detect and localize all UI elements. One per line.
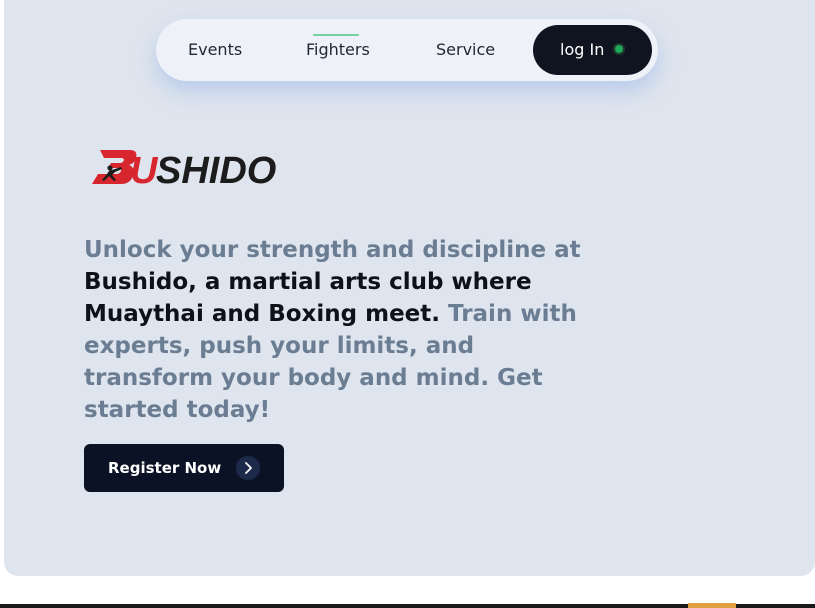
login-button[interactable]: log In <box>533 25 652 75</box>
register-now-label: Register Now <box>108 459 222 477</box>
top-nav: Events Fighters Service log In <box>156 19 658 81</box>
nav-item-fighters[interactable]: Fighters <box>306 19 370 81</box>
nav-item-events[interactable]: Events <box>188 19 242 81</box>
logo-shido-letters: SHIDO <box>156 150 276 190</box>
login-label: log In <box>560 40 605 59</box>
logo-u-letter: U <box>130 150 159 190</box>
description-muted-1: Unlock your strength and discipline at <box>84 237 581 263</box>
bushido-logo: U SHIDO <box>90 146 286 192</box>
chevron-right-icon <box>236 456 260 480</box>
bushido-logo-svg: U SHIDO <box>92 150 276 192</box>
nav-item-service[interactable]: Service <box>436 19 495 81</box>
hero-description: Unlock your strength and discipline at B… <box>84 234 584 426</box>
bottom-accent <box>688 603 736 608</box>
status-dot-icon <box>615 45 623 53</box>
register-now-button[interactable]: Register Now <box>84 444 284 492</box>
